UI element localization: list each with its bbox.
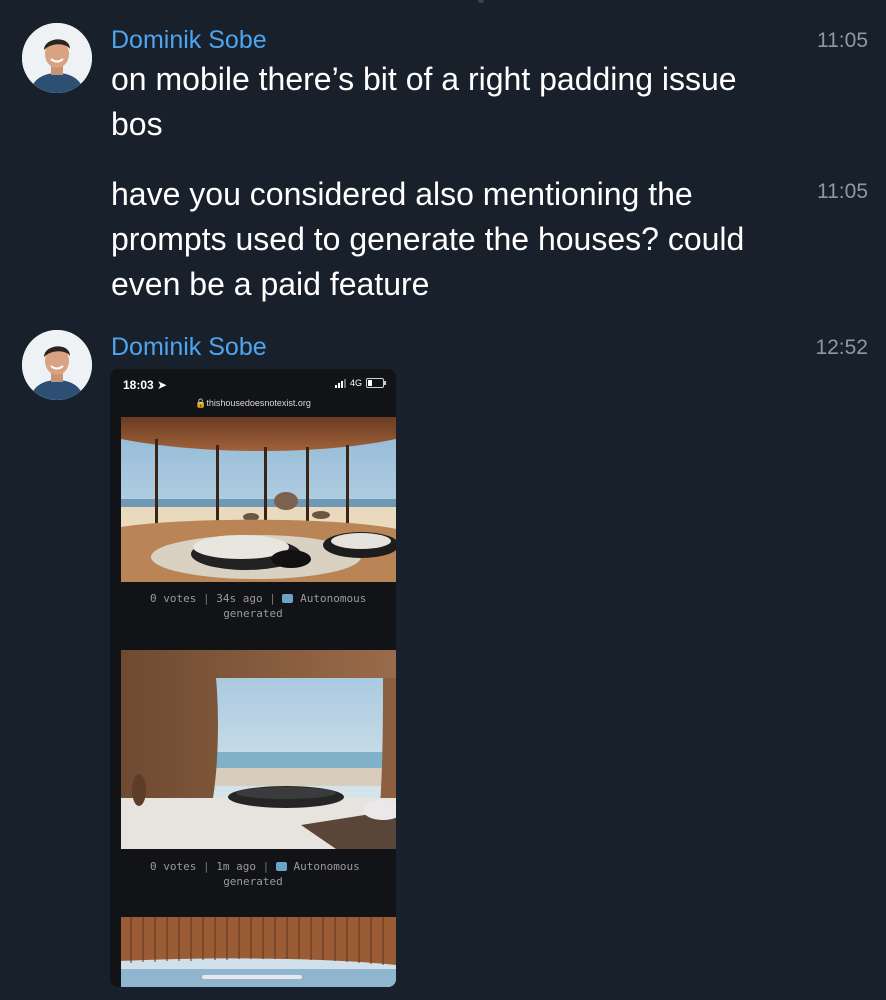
- house-image-1: [121, 417, 396, 582]
- sender-name[interactable]: Dominik Sobe: [111, 332, 267, 362]
- post-age: 1m ago: [216, 860, 256, 873]
- battery-level: [368, 380, 372, 386]
- message-time: 11:05: [817, 180, 868, 203]
- post-meta-2: 0 votes | 1m ago | Autonomous generated: [150, 860, 360, 888]
- lock-icon: 🔒: [195, 398, 207, 408]
- avatar-photo: [22, 23, 92, 93]
- source-label-continued: generated: [223, 607, 283, 620]
- message-text: on mobile there’s bit of a right padding…: [111, 61, 737, 142]
- battery-icon: [366, 378, 386, 388]
- home-indicator: [202, 975, 302, 979]
- phone-status-bar: 18:03 ➤ 4G: [110, 369, 396, 399]
- browser-url-bar: 🔒thishousedoesnotexist.org: [110, 398, 396, 409]
- message-time: 11:05: [817, 29, 868, 52]
- url-text: thishousedoesnotexist.org: [206, 398, 311, 408]
- network-label: 4G: [349, 378, 362, 388]
- post-age: 34s ago: [216, 592, 263, 605]
- avatar[interactable]: [22, 330, 92, 400]
- signal-icon: [334, 378, 346, 388]
- vote-count[interactable]: 0 votes: [150, 592, 196, 605]
- source-label: Autonomous: [293, 860, 360, 873]
- location-arrow-icon: ➤: [157, 378, 168, 392]
- house-image-2: [121, 650, 396, 849]
- robot-icon: [282, 594, 294, 603]
- status-indicators: 4G: [334, 378, 386, 388]
- message-time: 12:52: [815, 336, 868, 359]
- post-meta-1: 0 votes | 34s ago | Autonomous generated: [150, 592, 367, 620]
- avatar[interactable]: [22, 23, 92, 93]
- source-label: Autonomous: [300, 592, 367, 605]
- sender-name[interactable]: Dominik Sobe: [111, 25, 267, 55]
- status-time: 18:03 ➤: [123, 378, 168, 392]
- screenshot-attachment[interactable]: 18:03 ➤ 4G 🔒thishousedoesnotexist.org 0 …: [110, 369, 396, 987]
- avatar-photo: [22, 330, 92, 400]
- robot-icon: [275, 862, 287, 871]
- vote-count[interactable]: 0 votes: [150, 860, 196, 873]
- scroll-indicator: [478, 0, 484, 3]
- message-text: have you considered also mentioning the …: [111, 176, 745, 302]
- source-label-continued: generated: [223, 875, 283, 888]
